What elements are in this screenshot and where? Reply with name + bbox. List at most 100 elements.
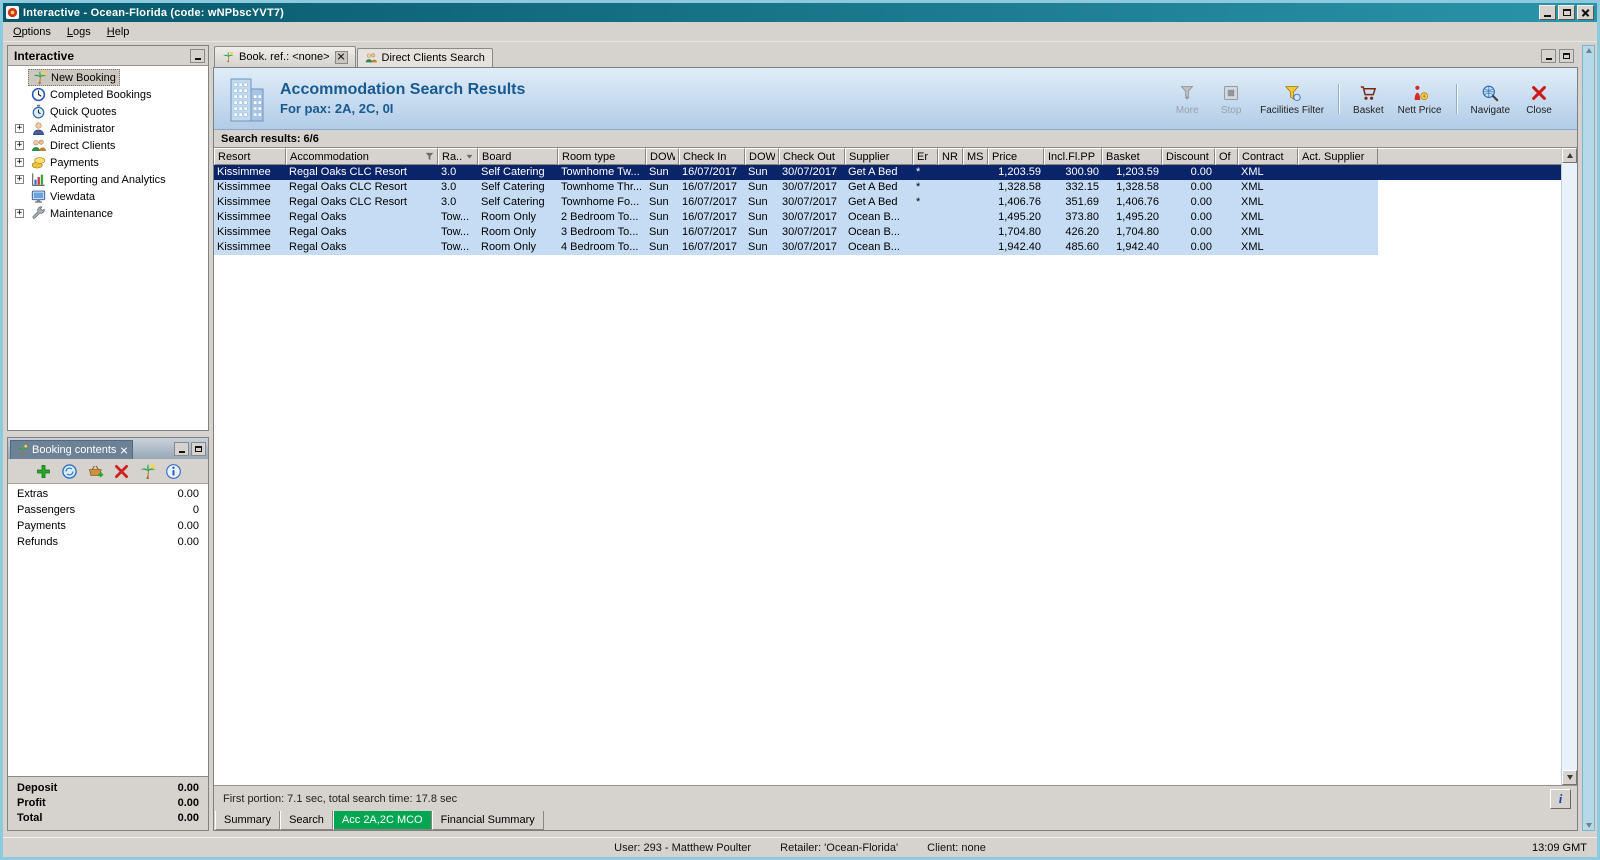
window-minimize-button[interactable]: [1539, 5, 1556, 20]
cell: XML: [1241, 211, 1264, 223]
column-header-label: Act. Supplier: [1302, 150, 1365, 163]
column-header-check-out[interactable]: Check Out: [779, 148, 845, 165]
expand-icon[interactable]: +: [15, 124, 24, 133]
column-header-nr[interactable]: NR: [938, 148, 963, 165]
result-row[interactable]: Kissimmee Regal Oaks CLC Resort 3.0 Self Ca…: [214, 165, 1561, 180]
column-header-accommodation[interactable]: Accommodation: [286, 148, 438, 165]
tabgroup-maximize-button[interactable]: [1559, 49, 1574, 63]
cell: Townhome Fo...: [561, 196, 640, 208]
bottom-tab-search[interactable]: Search: [280, 811, 333, 830]
info-button[interactable]: [165, 463, 182, 480]
panel-collapse-button[interactable]: [190, 48, 205, 63]
column-header-board[interactable]: Board: [478, 148, 558, 165]
column-header-dow[interactable]: DOW: [745, 148, 779, 165]
column-header-basket[interactable]: Basket: [1102, 148, 1162, 165]
navigate-button[interactable]: Navigate: [1466, 80, 1515, 118]
column-header-ra[interactable]: Ra...: [438, 148, 478, 165]
sort-icon[interactable]: [465, 152, 474, 161]
column-header-er[interactable]: Er: [913, 148, 938, 165]
sidebar-item-viewdata[interactable]: Viewdata: [8, 188, 208, 205]
column-header-check-in[interactable]: Check In: [679, 148, 745, 165]
expand-icon[interactable]: +: [15, 141, 24, 150]
transfer-button[interactable]: [139, 463, 156, 480]
result-row[interactable]: Kissimmee Regal Oaks CLC Resort 3.0 Self Ca…: [214, 195, 1561, 210]
sidebar-item-payments[interactable]: + Payments: [8, 154, 208, 171]
column-header-supplier[interactable]: Supplier: [845, 148, 913, 165]
expand-icon[interactable]: +: [15, 175, 24, 184]
menu-item-options[interactable]: Options: [5, 23, 59, 41]
booking-panel-maximize-button[interactable]: [191, 441, 206, 456]
window-scrollbar[interactable]: [1582, 45, 1595, 831]
delete-button[interactable]: [113, 463, 130, 480]
reporting-icon: [31, 172, 46, 187]
tabgroup-minimize-button[interactable]: [1541, 49, 1556, 63]
sidebar-item-completed-bookings[interactable]: Completed Bookings: [8, 86, 208, 103]
column-header-label: Discount: [1166, 150, 1209, 163]
filter-icon[interactable]: [425, 152, 434, 161]
column-header-of[interactable]: Of: [1215, 148, 1238, 165]
booking-panel-minimize-button[interactable]: [174, 441, 189, 456]
bottom-tab-acc-2a-2c-mco[interactable]: Acc 2A,2C MCO: [332, 811, 432, 830]
scroll-up-button[interactable]: [1562, 148, 1577, 163]
cell: 1,704.80: [1116, 226, 1159, 238]
basket-add-button[interactable]: [87, 463, 104, 480]
column-header-filler: [1378, 148, 1561, 165]
statusbar: User: 293 - Matthew Poulter Retailer: 'O…: [3, 837, 1597, 857]
info-button[interactable]: i: [1550, 788, 1571, 809]
add-button[interactable]: [35, 463, 52, 480]
column-header-ms[interactable]: MS: [963, 148, 988, 165]
maintenance-icon: [31, 206, 46, 221]
column-header-price[interactable]: Price: [988, 148, 1044, 165]
booking-header-buttons: [174, 441, 206, 456]
window-maximize-button[interactable]: [1558, 5, 1575, 20]
column-header-contract[interactable]: Contract: [1238, 148, 1298, 165]
grid-header: Resort Accommodation Ra... Board Room type DO…: [214, 148, 1561, 165]
booking-contents-tab[interactable]: Booking contents: [10, 440, 134, 459]
cell: Townhome Thr...: [561, 181, 643, 193]
cell: Regal Oaks: [289, 211, 347, 223]
basket-button[interactable]: Basket: [1348, 80, 1389, 118]
column-header-resort[interactable]: Resort: [214, 148, 286, 165]
stop-button: Stop: [1211, 80, 1251, 118]
cell: Tow...: [441, 226, 470, 238]
navigate-icon: [1481, 84, 1499, 102]
menu-item-logs[interactable]: Logs: [59, 23, 99, 41]
cell: Sun: [649, 211, 669, 223]
bottom-tab-summary[interactable]: Summary: [215, 811, 281, 830]
sidebar-item-direct-clients[interactable]: + Direct Clients: [8, 137, 208, 154]
sidebar-item-reporting-and-analytics[interactable]: + Reporting and Analytics: [8, 171, 208, 188]
facilities-filter-button[interactable]: Facilities Filter: [1255, 80, 1329, 118]
column-header-incl-fl-pp[interactable]: Incl.Fl.PP: [1044, 148, 1102, 165]
result-row[interactable]: Kissimmee Regal Oaks CLC Resort 3.0 Self Ca…: [214, 180, 1561, 195]
close-button[interactable]: Close: [1519, 80, 1559, 118]
result-row[interactable]: Kissimmee Regal Oaks Tow... Room Only 3 Bedr…: [214, 225, 1561, 240]
nett-price-button[interactable]: Nett Price: [1393, 80, 1447, 118]
row-cells: Kissimmee Regal Oaks CLC Resort 3.0 Self Ca…: [214, 195, 1378, 210]
column-header-dow[interactable]: DOW: [646, 148, 679, 165]
tab-book-ref-none[interactable]: Book. ref.: <none>: [214, 46, 356, 67]
window-close-button[interactable]: [1577, 5, 1594, 20]
refresh-button[interactable]: [61, 463, 78, 480]
scroll-down-button[interactable]: [1562, 770, 1577, 785]
sidebar-item-quick-quotes[interactable]: Quick Quotes: [8, 103, 208, 120]
column-header-act-supplier[interactable]: Act. Supplier: [1298, 148, 1378, 165]
page-title: Accommodation Search Results: [280, 81, 526, 98]
tab-direct-clients-search[interactable]: Direct Clients Search: [356, 48, 493, 67]
bottom-tab-financial-summary[interactable]: Financial Summary: [431, 811, 544, 830]
sidebar-item-maintenance[interactable]: + Maintenance: [8, 205, 208, 222]
expand-icon[interactable]: +: [15, 209, 24, 218]
column-header-room-type[interactable]: Room type: [558, 148, 646, 165]
column-header-discount[interactable]: Discount: [1162, 148, 1215, 165]
menu-item-help[interactable]: Help: [99, 23, 138, 41]
titlebar[interactable]: Interactive - Ocean-Florida (code: wNPbs…: [3, 3, 1597, 22]
sidebar-item-administrator[interactable]: + Administrator: [8, 120, 208, 137]
grid-scrollbar[interactable]: [1561, 148, 1577, 785]
result-row[interactable]: Kissimmee Regal Oaks Tow... Room Only 2 Bedr…: [214, 210, 1561, 225]
cell: 1,406.76: [998, 196, 1041, 208]
sidebar-item-content: New Booking: [28, 69, 120, 86]
booking-tab-close-icon[interactable]: [120, 447, 127, 454]
result-row[interactable]: Kissimmee Regal Oaks Tow... Room Only 4 Bedr…: [214, 240, 1561, 255]
tab-close-button[interactable]: [334, 50, 348, 64]
expand-icon[interactable]: +: [15, 158, 24, 167]
sidebar-item-new-booking[interactable]: New Booking: [8, 69, 208, 86]
